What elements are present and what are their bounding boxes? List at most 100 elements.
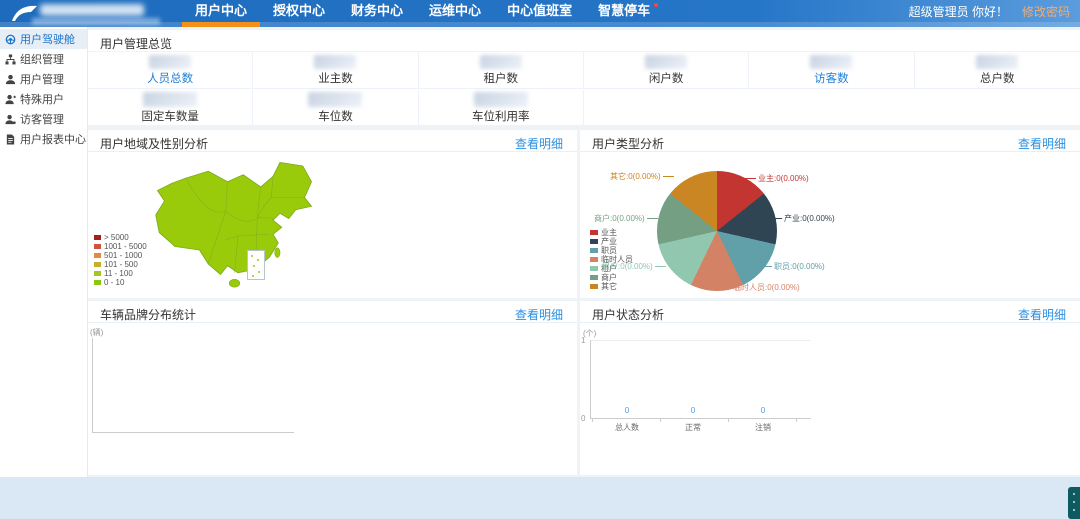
panel-user-status: 用户状态分析 查看明细 (个) 1 0 0 0 0 总人数 正常 注销 bbox=[580, 301, 1080, 475]
logo-subtext-redacted bbox=[32, 18, 160, 25]
user-type-pie[interactable] bbox=[657, 171, 777, 291]
stats-row-1: 人员总数 业主数 租户数 闲户数 访客数 总户数 bbox=[88, 52, 1080, 89]
view-detail-link[interactable]: 查看明细 bbox=[515, 306, 563, 323]
overview-title: 用户管理总览 bbox=[100, 35, 172, 52]
map-legend-item[interactable]: 101 - 500 bbox=[94, 260, 147, 269]
map-legend-item[interactable]: 501 - 1000 bbox=[94, 251, 147, 260]
map-legend-item[interactable]: 0 - 10 bbox=[94, 278, 147, 287]
user-icon bbox=[5, 74, 16, 85]
legend-label: > 5000 bbox=[104, 233, 129, 242]
top-navbar: 用户中心 授权中心 财务中心 运维中心 中心值班室 智慧停车 超级管理员 你好！… bbox=[0, 0, 1080, 27]
sidebar-item-special-users[interactable]: 特殊用户 bbox=[0, 89, 87, 109]
sidebar-item-user-reports[interactable]: 用户报表中心 bbox=[0, 129, 87, 149]
legend-label: 商户 bbox=[601, 273, 617, 282]
sidebar-item-visitor-management[interactable]: 访客管理 bbox=[0, 109, 87, 129]
stat-label-parking-spaces: 车位数 bbox=[253, 108, 417, 124]
y-axis-line bbox=[590, 340, 591, 419]
overview-header: 用户管理总览 bbox=[88, 30, 1080, 52]
stats-row-2: 固定车数量 车位数 车位利用率 bbox=[88, 90, 1080, 125]
legend-label: 101 - 500 bbox=[104, 260, 138, 269]
legend-swatch bbox=[94, 253, 101, 258]
pie-callout-industry: 产业:0(0.00%) bbox=[771, 214, 835, 223]
pie-callout-tenant: 租户:0(0.00%) bbox=[602, 262, 666, 271]
stat-idle-households: 闲户数 bbox=[584, 52, 749, 88]
stat-value-redacted bbox=[149, 55, 191, 69]
tab-user-center[interactable]: 用户中心 bbox=[182, 0, 260, 27]
pie-legend-item[interactable]: 商户 bbox=[590, 273, 633, 282]
map-legend-item[interactable]: > 5000 bbox=[94, 233, 147, 242]
stat-visitors: 访客数 bbox=[749, 52, 914, 88]
x-category-label: 注销 bbox=[738, 422, 788, 433]
legend-swatch bbox=[590, 266, 598, 271]
user-area: 超级管理员 你好！ 修改密码 bbox=[909, 0, 1070, 22]
legend-swatch bbox=[94, 235, 101, 240]
tab-finance-center[interactable]: 财务中心 bbox=[338, 0, 416, 27]
view-detail-link[interactable]: 查看明细 bbox=[515, 135, 563, 152]
view-detail-link[interactable]: 查看明细 bbox=[1018, 306, 1066, 323]
map-legend-item[interactable]: 1001 - 5000 bbox=[94, 242, 147, 251]
x-category-label: 总人数 bbox=[602, 422, 652, 433]
logo-text-redacted bbox=[40, 4, 144, 16]
legend-label: 501 - 1000 bbox=[104, 251, 142, 260]
y-tick-1: 1 bbox=[581, 336, 585, 345]
legend-swatch bbox=[590, 248, 598, 253]
legend-label: 0 - 10 bbox=[104, 278, 124, 287]
tab-ops-center[interactable]: 运维中心 bbox=[416, 0, 494, 27]
legend-swatch bbox=[590, 230, 598, 235]
tab-smart-parking[interactable]: 智慧停车 bbox=[585, 0, 663, 27]
pie-legend-item[interactable]: 职员 bbox=[590, 246, 633, 255]
stat-label-tenants: 租户数 bbox=[419, 70, 583, 86]
sidebar-item-user-cockpit[interactable]: 用户驾驶舱 bbox=[0, 29, 87, 49]
stat-value-redacted bbox=[474, 92, 528, 107]
panel-title: 用户状态分析 bbox=[592, 306, 664, 323]
stat-label-total-people[interactable]: 人员总数 bbox=[88, 70, 252, 86]
legend-label: 业主 bbox=[601, 228, 617, 237]
user-overview-panel: 用户管理总览 人员总数 业主数 租户数 闲户数 访客数 bbox=[88, 30, 1080, 125]
stat-label-parking-utilization: 车位利用率 bbox=[419, 108, 583, 124]
legend-label: 职员 bbox=[601, 246, 617, 255]
docked-side-widget[interactable] bbox=[1068, 487, 1080, 519]
view-detail-link[interactable]: 查看明细 bbox=[1018, 135, 1066, 152]
legend-swatch bbox=[94, 244, 101, 249]
pie-legend-item[interactable]: 产业 bbox=[590, 237, 633, 246]
cockpit-icon bbox=[5, 34, 16, 45]
china-map-chart[interactable] bbox=[140, 152, 350, 292]
pie-callout-merchant: 商户:0(0.00%) bbox=[594, 214, 658, 223]
y-tick-0: 0 bbox=[581, 414, 585, 423]
south-china-sea-inset bbox=[247, 250, 265, 280]
stat-label-owners: 业主数 bbox=[253, 70, 417, 86]
sidebar-item-user-management[interactable]: 用户管理 bbox=[0, 69, 87, 89]
legend-label: 产业 bbox=[601, 237, 617, 246]
sidebar-item-label: 用户驾驶舱 bbox=[20, 31, 75, 47]
pie-legend-item[interactable]: 其它 bbox=[590, 282, 633, 291]
legend-swatch bbox=[590, 239, 598, 244]
map-legend-item[interactable]: 11 - 100 bbox=[94, 269, 147, 278]
change-password-link[interactable]: 修改密码 bbox=[1022, 3, 1070, 20]
visitor-icon bbox=[5, 114, 16, 125]
legend-label: 其它 bbox=[601, 282, 617, 291]
stat-value-redacted bbox=[976, 55, 1018, 69]
y-axis-line bbox=[92, 338, 93, 433]
stat-total-people: 人员总数 bbox=[88, 52, 253, 88]
panel-title: 车辆品牌分布统计 bbox=[100, 306, 196, 323]
footer-band bbox=[0, 477, 1080, 519]
panel-header: 用户地域及性别分析 查看明细 bbox=[88, 130, 577, 152]
tab-auth-center[interactable]: 授权中心 bbox=[260, 0, 338, 27]
sidebar: 用户驾驶舱 组织管理 用户管理 特殊用户 访客管理 用户报表中心 bbox=[0, 27, 88, 477]
stat-fixed-vehicles: 固定车数量 bbox=[88, 90, 253, 125]
app-root: 用户中心 授权中心 财务中心 运维中心 中心值班室 智慧停车 超级管理员 你好！… bbox=[0, 0, 1080, 519]
tab-duty-room[interactable]: 中心值班室 bbox=[494, 0, 585, 27]
stat-label-visitors[interactable]: 访客数 bbox=[749, 70, 913, 86]
x-tick bbox=[796, 419, 797, 422]
bar-value-label: 0 bbox=[668, 406, 718, 415]
sidebar-item-org-management[interactable]: 组织管理 bbox=[0, 49, 87, 69]
panel-header: 用户状态分析 查看明细 bbox=[580, 301, 1080, 323]
stat-value-redacted bbox=[645, 55, 687, 69]
stat-value-redacted bbox=[314, 55, 356, 69]
pie-legend-item[interactable]: 业主 bbox=[590, 228, 633, 237]
tab-smart-parking-label: 智慧停车 bbox=[598, 3, 650, 18]
legend-label: 1001 - 5000 bbox=[104, 242, 147, 251]
stat-value-redacted bbox=[480, 55, 522, 69]
legend-swatch bbox=[94, 271, 101, 276]
panel-header: 车辆品牌分布统计 查看明细 bbox=[88, 301, 577, 323]
